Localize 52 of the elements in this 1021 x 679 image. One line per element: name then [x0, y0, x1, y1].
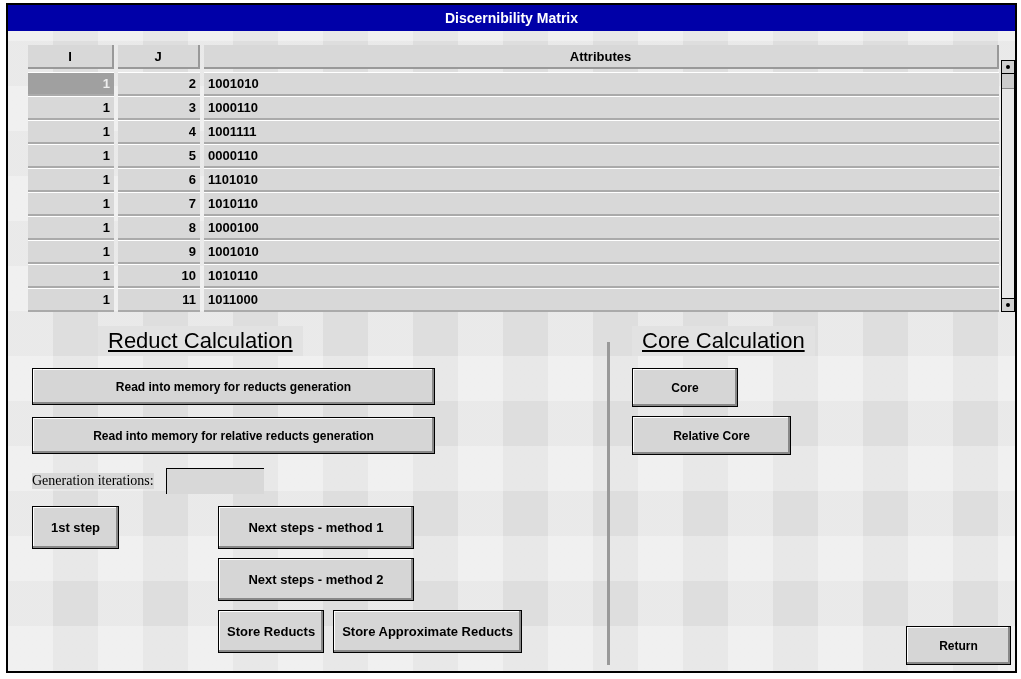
column-header[interactable]: Attributes [204, 45, 1000, 69]
table-cell: 1001111 [204, 120, 1000, 144]
table-cell: 1 [28, 288, 114, 312]
table-cell: 7 [118, 192, 200, 216]
table-cell: 1 [28, 168, 114, 192]
store-reducts-button[interactable]: Store Reducts [218, 610, 325, 653]
read-relative-reducts-button[interactable]: Read into memory for relative reducts generation [32, 417, 435, 454]
table-cell: 9 [118, 240, 200, 264]
table-cell: 4 [118, 120, 200, 144]
section-heading: Reduct Calculation [98, 326, 303, 356]
table-cell: 8 [118, 216, 200, 240]
table-cell: 1 [28, 216, 114, 240]
table-cell: 10 [118, 264, 200, 288]
return-button[interactable]: Return [906, 626, 1011, 665]
next-steps-button[interactable]: Next steps - method 1 [218, 506, 414, 549]
iterations-label: Generation iterations: [32, 473, 154, 489]
table-cell: 1 [28, 144, 114, 168]
table-cell: 1 [28, 72, 114, 96]
table-cell: 0000110 [204, 144, 1000, 168]
table-cell: 1101010 [204, 168, 1000, 192]
table-cell: 3 [118, 96, 200, 120]
read-reducts-button[interactable]: Read into memory for reducts generation [32, 368, 435, 405]
first-step-button[interactable]: 1st step [32, 506, 119, 549]
iterations-field[interactable] [165, 468, 264, 494]
relative-core-button[interactable]: Relative Core [632, 416, 791, 455]
scroll-up-icon[interactable] [1002, 61, 1014, 74]
table-cell: 1000110 [204, 96, 1000, 120]
window-title: Discernibility Matrix [8, 5, 1015, 31]
table-cell: 1 [28, 264, 114, 288]
section-heading: Core Calculation [632, 326, 815, 356]
table-cell: 11 [118, 288, 200, 312]
core-button[interactable]: Core [632, 368, 738, 407]
table-cell: 1011000 [204, 288, 1000, 312]
store-approximate-reducts-button[interactable]: Store Approximate Reducts [333, 610, 522, 653]
table-cell: 1 [28, 192, 114, 216]
column-header[interactable]: J [118, 45, 200, 69]
table-cell: 5 [118, 144, 200, 168]
scrollbar[interactable] [1001, 60, 1015, 312]
scroll-down-icon[interactable] [1002, 298, 1014, 311]
table-cell: 1 [28, 240, 114, 264]
table-cell: 1 [28, 96, 114, 120]
table-cell: 1001010 [204, 240, 1000, 264]
table-cell: 2 [118, 72, 200, 96]
column-header[interactable]: I [28, 45, 114, 69]
table-cell: 1001010 [204, 72, 1000, 96]
table-cell: 1 [28, 120, 114, 144]
scroll-thumb[interactable] [1002, 74, 1014, 89]
table-cell: 1000100 [204, 216, 1000, 240]
next-steps-button[interactable]: Next steps - method 2 [218, 558, 414, 601]
table-cell: 1010110 [204, 192, 1000, 216]
table-cell: 1010110 [204, 264, 1000, 288]
table-cell: 6 [118, 168, 200, 192]
